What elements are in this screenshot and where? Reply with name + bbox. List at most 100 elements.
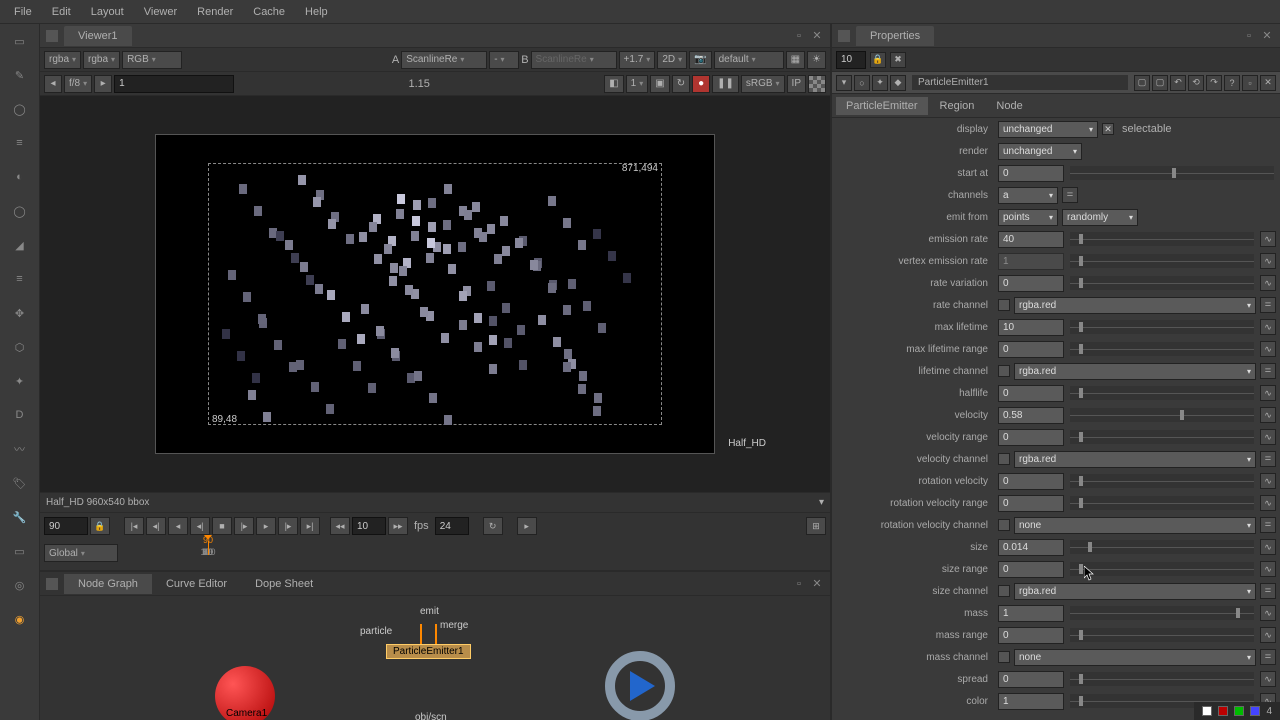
enable-checkbox[interactable] <box>998 299 1010 311</box>
fps-input[interactable] <box>435 517 469 535</box>
prop-input[interactable] <box>998 385 1064 402</box>
input-a-dropdown[interactable]: ScanlineRe <box>401 51 487 69</box>
prop-slider[interactable] <box>1070 276 1254 290</box>
roi-icon[interactable]: ▣ <box>650 75 669 93</box>
prev-key-button[interactable]: ◂| <box>146 517 166 535</box>
tab-dope-sheet[interactable]: Dope Sheet <box>241 574 327 594</box>
channel-dropdown[interactable]: rgba <box>44 51 81 69</box>
proxy-dropdown[interactable]: 1 <box>626 75 649 93</box>
prop-slider[interactable] <box>1070 408 1254 422</box>
undock-icon[interactable]: ▫ <box>1242 29 1256 43</box>
tab-node-graph[interactable]: Node Graph <box>64 574 152 594</box>
prop-slider[interactable] <box>1070 232 1254 246</box>
animation-button[interactable]: ∿ <box>1260 539 1276 555</box>
prop-input[interactable] <box>998 253 1064 270</box>
first-frame-button[interactable]: |◂ <box>124 517 144 535</box>
prop-dropdown[interactable]: unchanged <box>998 121 1098 138</box>
clear-icon[interactable]: ✖ <box>890 52 906 68</box>
next-icon[interactable]: ▸ <box>94 75 112 93</box>
prop-slider[interactable] <box>1070 496 1254 510</box>
animation-button[interactable]: ∿ <box>1260 385 1276 401</box>
animation-button[interactable]: ∿ <box>1260 561 1276 577</box>
tool-icon[interactable]: 🔧 <box>9 506 31 528</box>
menu-edit[interactable]: Edit <box>42 2 81 22</box>
prop-slider[interactable] <box>1070 166 1274 180</box>
animation-button[interactable]: ∿ <box>1260 605 1276 621</box>
range-icon[interactable]: ⊞ <box>806 517 826 535</box>
animation-button[interactable]: ∿ <box>1260 671 1276 687</box>
particle-emitter-node[interactable]: ParticleEmitter1 <box>386 644 471 659</box>
menu-render[interactable]: Render <box>187 2 243 22</box>
prop-input[interactable] <box>998 231 1064 248</box>
close-icon[interactable]: ✕ <box>810 577 824 591</box>
gain-input[interactable] <box>114 75 234 93</box>
prop-slider[interactable] <box>1070 474 1254 488</box>
animation-button[interactable]: ∿ <box>1260 473 1276 489</box>
close-icon[interactable]: ✕ <box>1260 75 1276 91</box>
animation-button[interactable]: ∿ <box>1260 429 1276 445</box>
animation-button[interactable]: ∿ <box>1260 495 1276 511</box>
channel-dropdown[interactable]: none <box>1014 517 1256 534</box>
tool-icon[interactable]: ✦ <box>9 370 31 392</box>
play-back-button[interactable]: ◂ <box>168 517 188 535</box>
prev-icon[interactable]: ◂ <box>44 75 62 93</box>
lock-icon[interactable]: 🔒 <box>90 517 110 535</box>
channel-dropdown[interactable]: rgba.red <box>1014 451 1256 468</box>
action-icon[interactable]: ▢ <box>1152 75 1168 91</box>
undock-icon[interactable]: ▫ <box>792 29 806 43</box>
tool-icon[interactable]: ≡ <box>9 268 31 290</box>
menu-file[interactable]: File <box>4 2 42 22</box>
link-button[interactable]: = <box>1260 363 1276 379</box>
tool-icon[interactable]: D <box>9 404 31 426</box>
prop-input[interactable] <box>998 671 1064 688</box>
undo-icon[interactable]: ↶ <box>1170 75 1186 91</box>
prop-input[interactable] <box>998 627 1064 644</box>
menu-layout[interactable]: Layout <box>81 2 134 22</box>
animation-button[interactable]: ∿ <box>1260 253 1276 269</box>
prop-dropdown[interactable]: a <box>998 187 1058 204</box>
prop-input[interactable] <box>998 561 1064 578</box>
channel-dropdown[interactable]: rgba.red <box>1014 583 1256 600</box>
link-button[interactable]: = <box>1062 187 1078 203</box>
compare-mode-dropdown[interactable]: - <box>489 51 519 69</box>
animation-button[interactable]: ∿ <box>1260 341 1276 357</box>
animation-button[interactable]: ∿ <box>1260 627 1276 643</box>
max-panels-input[interactable] <box>836 51 866 69</box>
enable-checkbox[interactable] <box>998 453 1010 465</box>
channel-dropdown[interactable]: none <box>1014 649 1256 666</box>
step-input[interactable] <box>352 517 386 535</box>
lock-icon[interactable]: 🔒 <box>870 52 886 68</box>
help-icon[interactable]: ? <box>1224 75 1240 91</box>
tool-icon[interactable]: ◯ <box>9 200 31 222</box>
ip-button[interactable]: IP <box>787 75 806 93</box>
undock-icon[interactable]: ▫ <box>792 577 806 591</box>
prop-slider[interactable] <box>1070 342 1254 356</box>
prop-input[interactable] <box>998 605 1064 622</box>
collapse-icon[interactable]: ▾ <box>836 75 852 91</box>
link-button[interactable]: = <box>1260 297 1276 313</box>
stop-button[interactable]: ■ <box>212 517 232 535</box>
record-button[interactable]: ● <box>692 75 710 93</box>
rgb-dropdown[interactable]: RGB <box>122 51 182 69</box>
prop-slider[interactable] <box>1070 320 1254 334</box>
channel-dropdown[interactable]: rgba <box>83 51 120 69</box>
tool-icon[interactable]: ◯ <box>9 98 31 120</box>
prop-input[interactable] <box>998 165 1064 182</box>
panel-handle-icon[interactable] <box>46 578 58 590</box>
prop-slider[interactable] <box>1070 386 1254 400</box>
proxy-icon[interactable]: ◧ <box>604 75 623 93</box>
channel-dropdown[interactable]: rgba.red <box>1014 363 1256 380</box>
prop-slider[interactable] <box>1070 254 1254 268</box>
prop-input[interactable] <box>998 319 1064 336</box>
node-icon[interactable]: ◆ <box>890 75 906 91</box>
timeline-scope-dropdown[interactable]: Global <box>44 544 118 562</box>
tool-icon[interactable]: 〰 <box>9 438 31 460</box>
prop-input[interactable] <box>998 341 1064 358</box>
node-icon[interactable]: ✦ <box>872 75 888 91</box>
camera-icon[interactable]: 📷 <box>689 51 711 69</box>
prop-slider[interactable] <box>1070 540 1254 554</box>
enable-checkbox[interactable] <box>998 585 1010 597</box>
enable-checkbox[interactable] <box>998 651 1010 663</box>
viewer-lut-dropdown[interactable]: default <box>714 51 784 69</box>
exposure-dropdown[interactable]: +1.7 <box>619 51 656 69</box>
